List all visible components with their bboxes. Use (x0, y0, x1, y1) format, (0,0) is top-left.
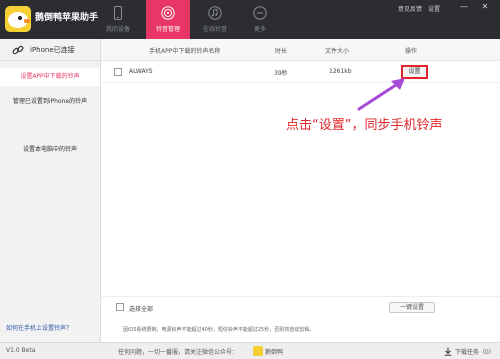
sidebar: iPhone已连接 设置APP中下载的铃声 管理已设置到iPhone的铃声 设置… (0, 39, 101, 342)
sidebar-item-iphone-ringtones[interactable]: 管理已设置到iPhone的铃声 (0, 93, 100, 111)
tab-label: 铃音管理 (155, 26, 180, 33)
title-bar: 鹅倒鸭苹果助手 我的设备 铃音管理 在线铃音 更多 意见反馈 设置 — ✕ (0, 0, 500, 39)
column-duration-header: 时长 (275, 48, 288, 55)
select-all-label: 选择全部 (129, 306, 154, 313)
set-ringtone-button[interactable]: 设置 (401, 65, 428, 79)
close-button[interactable]: ✕ (480, 2, 490, 12)
duration-note: 因iOS系统限制，电源铃声不能超过40秒，短信铃声不能超过25秒，否则将自动剪辑… (123, 327, 315, 333)
app-logo (5, 6, 31, 32)
connection-status: iPhone已连接 (0, 39, 100, 61)
bulk-set-button[interactable]: 一键设置 (389, 302, 435, 313)
table-header: 手机APP中下载的铃声名称 时长 文件大小 操作 (101, 39, 500, 61)
annotation-text: 点击“设置”，同步手机铃声 (286, 118, 443, 133)
ringtone-size: 1261kb (329, 68, 352, 75)
online-ringtone-icon (208, 6, 222, 20)
tab-label: 我的设备 (105, 26, 130, 33)
feedback-link[interactable]: 意见反馈 (398, 4, 422, 13)
tab-label: 更多 (253, 26, 266, 33)
row-checkbox[interactable] (114, 68, 122, 76)
settings-link[interactable]: 设置 (428, 4, 440, 13)
contact-text: 任何问题，一切一番服，请关注微信公众号： (118, 349, 239, 356)
download-icon (444, 347, 452, 356)
table-footer: 选择全部 一键设置 因iOS系统限制，电源铃声不能超过40秒，短信铃声不能超过2… (101, 296, 500, 342)
sidebar-item-label: 设置本电脑中的铃声 (22, 146, 77, 153)
link-icon (12, 45, 24, 55)
tab-ringtone-manage[interactable]: 铃音管理 (146, 0, 190, 39)
wechat-icon (253, 346, 263, 356)
sidebar-item-label: 管理已设置到iPhone的铃声 (12, 98, 88, 105)
status-bar: V1.0 Beta 任何问题，一切一番服，请关注微信公众号： 鹅倒鸭 下载任务（… (0, 342, 500, 359)
table-row: ALWAYS 39秒 1261kb 设置 (101, 61, 500, 83)
more-icon (253, 6, 267, 20)
sidebar-item-app-ringtones[interactable]: 设置APP中下载的铃声 (0, 68, 100, 86)
ringtone-duration: 39秒 (274, 70, 288, 77)
download-task-link[interactable]: 下载任务（0） (455, 347, 495, 356)
help-link[interactable]: 如何在手机上设置铃声？ (6, 323, 72, 332)
column-action-header: 操作 (405, 48, 418, 55)
tab-online-ringtone[interactable]: 在线铃音 (193, 0, 237, 39)
main-panel: 手机APP中下载的铃声名称 时长 文件大小 操作 ALWAYS 39秒 1261… (101, 39, 500, 342)
ringtone-name: ALWAYS (129, 68, 153, 75)
sidebar-item-pc-ringtones[interactable]: 设置本电脑中的铃声 (0, 141, 100, 159)
phone-icon (114, 6, 122, 20)
select-all-checkbox[interactable] (116, 303, 124, 311)
ringtone-icon (161, 6, 175, 20)
tab-more[interactable]: 更多 (238, 0, 282, 39)
column-name-header: 手机APP中下载的铃声名称 (149, 48, 221, 55)
app-name: 鹅倒鸭苹果助手 (35, 13, 99, 23)
wechat-account[interactable]: 鹅倒鸭 (265, 347, 283, 356)
minimize-button[interactable]: — (459, 2, 469, 12)
sidebar-item-label: 设置APP中下载的铃声 (20, 73, 80, 80)
connection-label: iPhone已连接 (30, 46, 75, 54)
column-size-header: 文件大小 (325, 48, 350, 55)
tab-my-device[interactable]: 我的设备 (96, 0, 140, 39)
version-label: V1.0 Beta (6, 347, 36, 354)
tab-label: 在线铃音 (202, 26, 227, 33)
